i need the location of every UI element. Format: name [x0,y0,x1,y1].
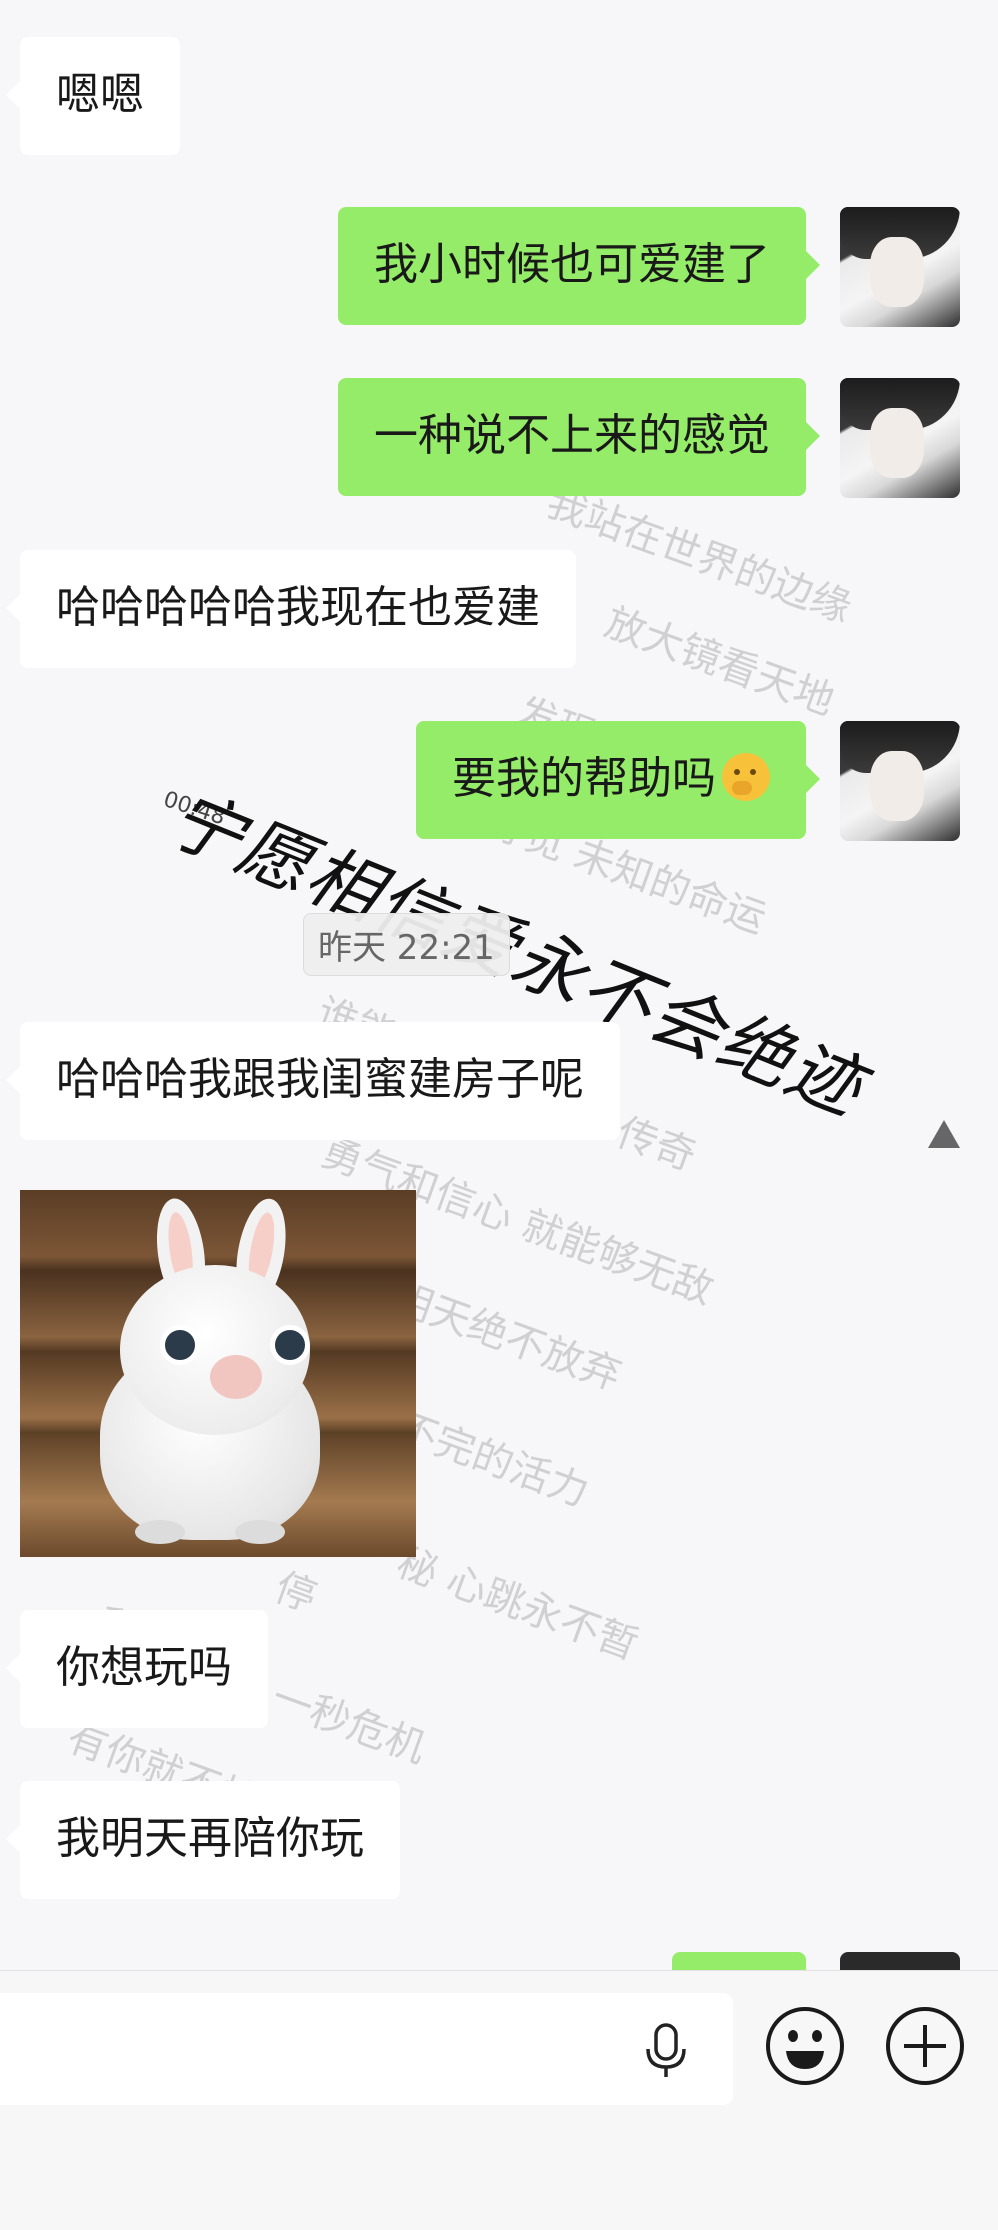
message-received: 哈哈哈我跟我闺蜜建房子呢 [0,1022,998,1140]
microphone-icon[interactable] [642,2023,690,2079]
message-sent: 我小时候也可爱建了 [0,207,998,327]
message-bubble[interactable]: 哈哈哈哈哈我现在也爱建 [6,550,576,668]
smiley-icon[interactable] [764,2005,846,2087]
message-sent: 一种说不上来的感觉 [0,378,998,498]
avatar[interactable] [840,378,960,498]
wallpaper-lyric: 不完的活力 [390,1404,595,1517]
message-received: 我明天再陪你玩 [0,1781,998,1899]
message-input[interactable] [0,1993,733,2105]
wallpaper-lyric: 明天绝不放弃 [385,1274,628,1400]
avatar[interactable] [840,721,960,841]
message-sent: 要我的帮助吗 [0,721,998,841]
message-bubble[interactable]: 我小时候也可爱建了 [338,207,820,325]
message-bubble[interactable]: 要我的帮助吗 [416,721,820,839]
thinking-face-icon [722,753,770,801]
message-bubble[interactable]: 你想玩吗 [6,1610,268,1728]
message-bubble[interactable]: 嗯嗯 [6,37,180,155]
message-received: 你想玩吗 [0,1610,998,1728]
avatar[interactable] [840,207,960,327]
message-received: 哈哈哈哈哈我现在也爱建 [0,550,998,668]
message-bubble[interactable]: 我明天再陪你玩 [6,1781,400,1899]
message-received: 嗯嗯 [0,37,998,155]
message-bubble[interactable]: 哈哈哈我跟我闺蜜建房子呢 [6,1022,620,1140]
message-bubble[interactable]: 一种说不上来的感觉 [338,378,820,496]
rabbit-sticker[interactable] [20,1190,416,1557]
message-timestamp: 昨天 22:21 [303,913,510,976]
input-bar [0,1970,998,2230]
message-text: 要我的帮助吗 [452,753,716,804]
plus-circle-icon[interactable] [884,2005,966,2087]
